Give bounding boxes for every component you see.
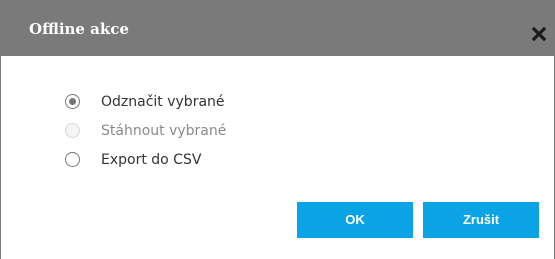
option-label: Stáhnout vybrané [101, 122, 227, 139]
close-icon[interactable] [531, 26, 547, 42]
offline-actions-dialog: Offline akce Odznačit vybrané Stáhnout v… [0, 0, 555, 259]
option-export-csv[interactable]: Export do CSV [65, 145, 226, 174]
dialog-title: Offline akce [29, 20, 129, 38]
dialog-titlebar: Offline akce [1, 0, 554, 56]
option-download-selected: Stáhnout vybrané [65, 116, 226, 145]
option-label: Odznačit vybrané [101, 93, 225, 110]
cancel-button[interactable]: Zrušit [423, 202, 539, 238]
radio-download-selected [65, 123, 80, 138]
ok-button[interactable]: OK [297, 202, 413, 238]
option-deselect-selected[interactable]: Odznačit vybrané [65, 87, 226, 116]
option-label: Export do CSV [101, 151, 202, 168]
action-options: Odznačit vybrané Stáhnout vybrané Export… [65, 87, 226, 174]
radio-export-csv[interactable] [65, 152, 80, 167]
radio-deselect-selected[interactable] [65, 94, 80, 109]
